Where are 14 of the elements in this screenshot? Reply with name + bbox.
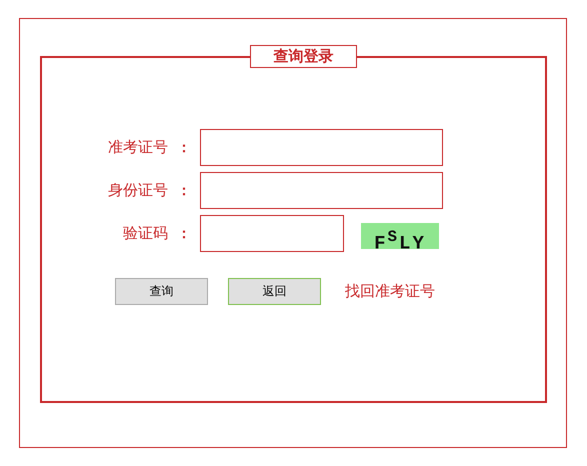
recover-link[interactable]: 找回准考证号: [345, 282, 435, 301]
field-label: 准考证号: [107, 138, 168, 157]
input-field[interactable]: [200, 215, 344, 252]
back-button[interactable]: 返回: [228, 278, 321, 305]
panel-title: 查询登录: [250, 45, 357, 68]
query-button[interactable]: 查询: [115, 278, 208, 305]
input-field[interactable]: [200, 129, 443, 166]
colon: ：: [176, 224, 192, 242]
colon: ：: [176, 138, 192, 156]
field-label: 验证码: [122, 224, 168, 243]
captcha-image: F$^{S}$LY: [361, 222, 439, 248]
field-label: 身份证号: [107, 181, 168, 200]
colon: ：: [176, 182, 192, 200]
input-field[interactable]: [200, 172, 443, 209]
